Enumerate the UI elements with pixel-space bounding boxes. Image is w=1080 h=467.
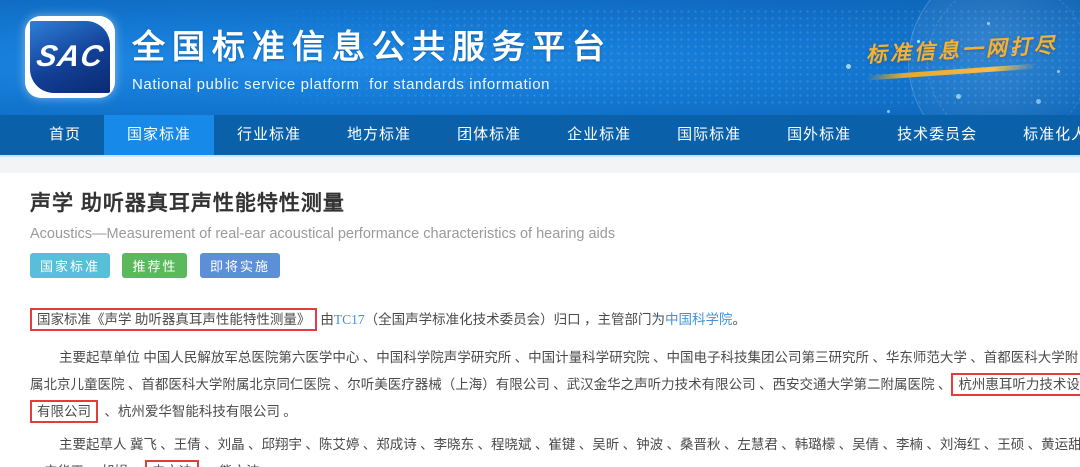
paragraph-standard-info: 国家标准《声学 助听器真耳声性能特性测量》由TC17（全国声学标准化技术委员会）…	[30, 306, 1050, 333]
nav-item-local-standards[interactable]: 地方标准	[324, 115, 434, 155]
paragraph-line: 有限公司 、杭州爱华智能科技有限公司 。	[30, 398, 1050, 425]
nav-item-foreign-standards[interactable]: 国外标准	[764, 115, 874, 155]
paragraph-text: 属北京儿童医院 、首都医科大学附属北京同仁医院 、尔听美医疗器械（上海）有限公司…	[30, 377, 951, 392]
site-title-block: 全国标准信息公共服务平台 National public service pla…	[132, 20, 612, 93]
paragraph-line: 国家标准《声学 助听器真耳声性能特性测量》由TC17（全国声学标准化技术委员会）…	[30, 306, 1050, 333]
sac-logo[interactable]: SAC	[25, 16, 115, 98]
paragraph-text: 。	[733, 312, 747, 327]
link-tc17[interactable]: TC17	[334, 312, 365, 327]
paragraph-text: 、杭州爱华智能科技有限公司 。	[101, 404, 297, 419]
highlight-box-hangzhou-huier-1: 杭州惠耳听力技术设备	[951, 373, 1080, 396]
paragraph-line: 主要起草单位 中国人民解放军总医院第六医学中心 、中国科学院声学研究所 、中国计…	[30, 344, 1050, 371]
nav-item-home[interactable]: 首页	[26, 115, 104, 155]
paragraph-line: 、广华平 、胡娟 、史文迪 、熊文波 。	[30, 458, 1050, 467]
nav-item-industry-standards[interactable]: 行业标准	[214, 115, 324, 155]
paragraph-line: 属北京儿童医院 、首都医科大学附属北京同仁医院 、尔听美医疗器械（上海）有限公司…	[30, 371, 1050, 398]
paragraph-drafters: 主要起草人 冀飞 、王倩 、刘晶 、邱翔宇 、陈艾婷 、郑成诗 、李晓东 、程晓…	[30, 431, 1050, 467]
paragraph-line: 主要起草人 冀飞 、王倩 、刘晶 、邱翔宇 、陈艾婷 、郑成诗 、李晓东 、程晓…	[30, 431, 1050, 458]
site-header: SAC 全国标准信息公共服务平台 National public service…	[0, 0, 1080, 115]
main-nav: 首页 国家标准 行业标准 地方标准 团体标准 企业标准 国际标准 国外标准 技术…	[0, 115, 1080, 155]
nav-item-technical-committees[interactable]: 技术委员会	[874, 115, 1000, 155]
sac-logo-shape: SAC	[30, 21, 110, 93]
paragraph-drafting-organizations: 主要起草单位 中国人民解放军总医院第六医学中心 、中国科学院声学研究所 、中国计…	[30, 344, 1050, 425]
site-title: 全国标准信息公共服务平台	[132, 20, 612, 68]
link-chinese-academy-of-sciences[interactable]: 中国科学院	[665, 312, 733, 327]
paragraph-text: 由	[320, 312, 334, 327]
nav-item-international-standards[interactable]: 国际标准	[654, 115, 764, 155]
highlight-box-standard-name: 国家标准《声学 助听器真耳声性能特性测量》	[30, 308, 317, 331]
nav-item-standardization-talents[interactable]: 标准化人才	[1000, 115, 1080, 155]
sac-logo-text: SAC	[34, 40, 106, 74]
subnav-strip	[0, 155, 1080, 173]
page-title: 声学 助听器真耳声性能特性测量	[30, 187, 1050, 217]
nav-item-group-standards[interactable]: 团体标准	[434, 115, 544, 155]
badge-recommended: 推荐性	[122, 253, 187, 278]
content-area: 声学 助听器真耳声性能特性测量 Acoustics—Measurement of…	[0, 173, 1080, 467]
nav-item-national-standards[interactable]: 国家标准	[104, 115, 214, 155]
site-subtitle: National public service platform for sta…	[132, 76, 612, 93]
highlight-box-shi-wendi: 史文迪	[145, 460, 200, 467]
badges-row: 国家标准 推荐性 即将实施	[30, 253, 1050, 278]
badge-upcoming: 即将实施	[200, 253, 280, 278]
highlight-box-hangzhou-huier-2: 有限公司	[30, 400, 98, 423]
paragraph-text: （全国声学标准化技术委员会）归口 ，主管部门为	[365, 312, 665, 327]
page-title-english: Acoustics—Measurement of real-ear acoust…	[30, 226, 1050, 242]
badge-national-standard: 国家标准	[30, 253, 110, 278]
nav-item-enterprise-standards[interactable]: 企业标准	[544, 115, 654, 155]
